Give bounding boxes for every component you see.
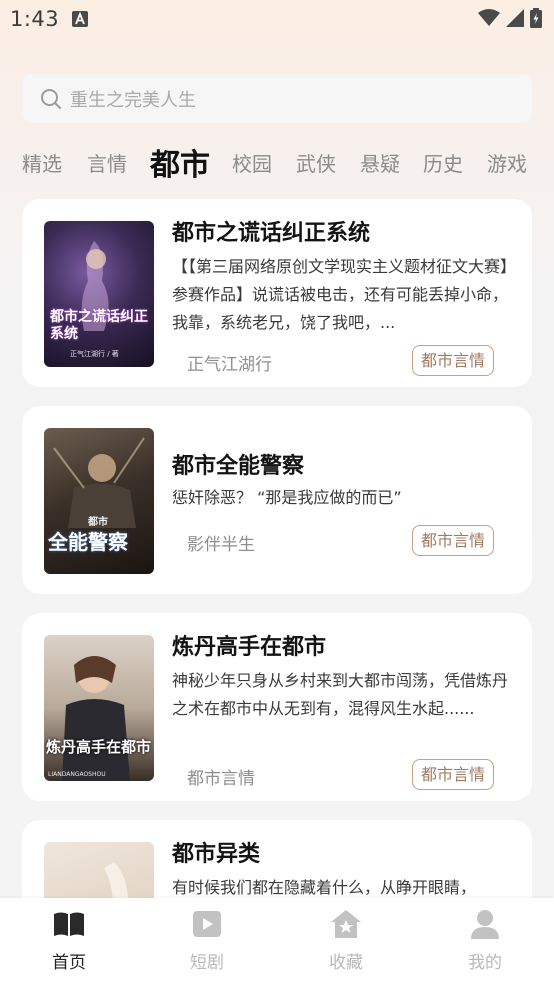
search-icon xyxy=(41,88,61,109)
play-video-icon xyxy=(193,911,221,937)
book-cover: 炼丹高手在都市 LIANDANGAOSHOU xyxy=(44,635,154,781)
book-cover: 都市 全能警察 xyxy=(44,428,154,574)
book-author: 影伴半生 xyxy=(187,535,255,555)
cover-art-icon xyxy=(81,241,109,331)
cover-title: 都市之谎话纠正系统 xyxy=(50,309,148,342)
tab-youxi[interactable]: 游戏 xyxy=(487,148,527,177)
category-tabs: 精选 言情 都市 校园 武侠 悬疑 历史 游戏 xyxy=(0,140,554,184)
notification-a-icon xyxy=(72,11,88,27)
book-title: 都市之谎话纠正系统 xyxy=(172,221,371,246)
nav-label: 收藏 xyxy=(329,953,363,973)
book-cover: 都市之谎话纠正系统 正气江湖行 / 著 xyxy=(44,221,154,367)
tab-jingxuan[interactable]: 精选 xyxy=(22,148,62,177)
book-description: 神秘少年只身从乡村来到大都市闯荡，凭借炼丹之术在都市中从无到有，混得风生水起..… xyxy=(172,671,509,718)
genre-tag[interactable]: 都市言情 xyxy=(411,525,494,556)
nav-label: 短剧 xyxy=(190,953,224,973)
battery-icon xyxy=(530,8,542,28)
book-card[interactable]: 都市 全能警察 都市全能警察 惩奸除恶？ “那是我应做的而已” 影伴半生 都市言… xyxy=(22,406,532,594)
nav-favorites[interactable]: 收藏 xyxy=(306,908,386,973)
book-author: 都市言情 xyxy=(187,769,255,789)
bottom-nav: 首页 短剧 收藏 我的 xyxy=(0,898,554,984)
cover-art-icon xyxy=(62,656,130,781)
tab-xiaoyuan[interactable]: 校园 xyxy=(232,148,272,177)
nav-profile[interactable]: 我的 xyxy=(445,908,525,973)
genre-tag[interactable]: 都市言情 xyxy=(411,759,494,790)
user-icon xyxy=(471,910,499,939)
star-house-icon xyxy=(331,910,361,938)
cover-author: 正气江湖行 / 著 xyxy=(70,350,119,358)
cover-subtitle: LIANDANGAOSHOU xyxy=(48,771,106,778)
book-title: 都市全能警察 xyxy=(172,454,305,479)
book-card[interactable]: 炼丹高手在都市 LIANDANGAOSHOU 炼丹高手在都市 神秘少年只身从乡村… xyxy=(22,613,532,801)
cover-title: 炼丹高手在都市 xyxy=(46,738,152,756)
nav-home[interactable]: 首页 xyxy=(29,908,109,973)
signal-icon xyxy=(506,9,524,27)
search-placeholder: 重生之完美人生 xyxy=(70,89,196,111)
tab-xuanyi[interactable]: 悬疑 xyxy=(360,148,400,177)
tab-dushi[interactable]: 都市 xyxy=(150,140,210,184)
book-title: 都市异类 xyxy=(172,842,261,867)
status-bar: 1:43 xyxy=(0,0,554,40)
wifi-icon xyxy=(478,9,500,26)
search-input[interactable]: 重生之完美人生 xyxy=(22,74,532,123)
book-title: 炼丹高手在都市 xyxy=(172,635,327,660)
book-description: 惩奸除恶？ “那是我应做的而已” xyxy=(172,488,402,507)
book-open-icon xyxy=(54,912,84,936)
status-icons xyxy=(478,8,542,28)
cover-title: 全能警察 xyxy=(48,530,128,554)
book-description: 【【第三届网络原创文学现实主义题材征文大赛】参赛作品】说谎话被电击，还有可能丢掉… xyxy=(172,257,517,332)
book-author: 正气江湖行 xyxy=(187,355,272,375)
nav-label: 我的 xyxy=(468,953,502,973)
tab-wuxia[interactable]: 武侠 xyxy=(296,148,336,177)
tab-yanqing[interactable]: 言情 xyxy=(87,148,127,177)
tab-lishi[interactable]: 历史 xyxy=(423,148,463,177)
status-time: 1:43 xyxy=(10,7,60,31)
genre-tag[interactable]: 都市言情 xyxy=(411,345,494,376)
book-card[interactable]: 都市之谎话纠正系统 正气江湖行 / 著 都市之谎话纠正系统 【【第三届网络原创文… xyxy=(22,199,532,387)
nav-short-drama[interactable]: 短剧 xyxy=(167,908,247,973)
nav-label: 首页 xyxy=(52,953,86,973)
